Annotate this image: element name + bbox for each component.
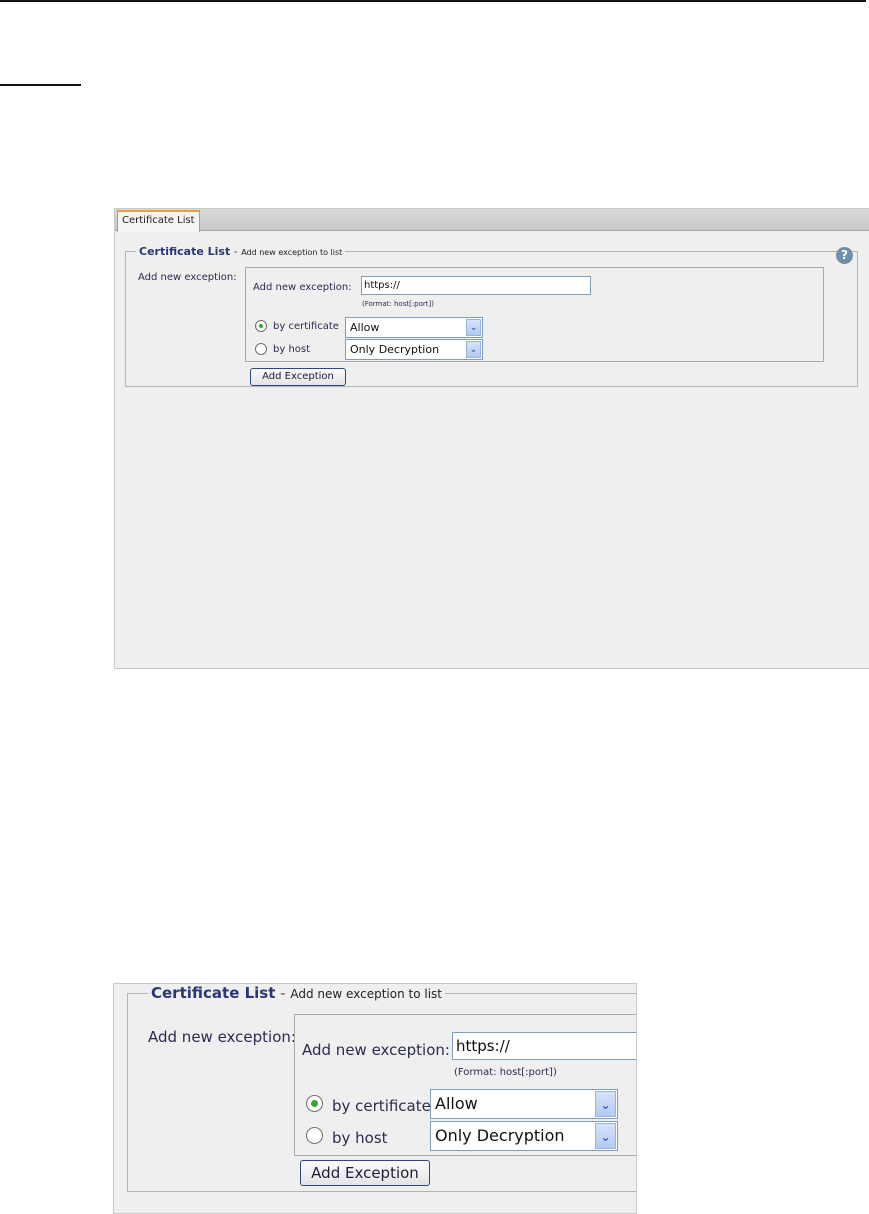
add-exception-button[interactable]: Add Exception bbox=[300, 1160, 430, 1186]
tab-certificate-list[interactable]: Certificate List bbox=[117, 210, 200, 232]
by-host-radio[interactable] bbox=[255, 343, 267, 355]
host-action-select[interactable]: Only Decryption ⌄ bbox=[345, 339, 483, 360]
section-legend-zoomed: Certificate List - Add new exception to … bbox=[148, 984, 445, 1002]
url-input[interactable]: https:// bbox=[452, 1032, 636, 1060]
by-host-label: by host bbox=[332, 1129, 388, 1147]
by-host-radio[interactable] bbox=[306, 1127, 323, 1144]
by-host-label: by host bbox=[273, 344, 311, 355]
host-action-value: Only Decryption bbox=[435, 1126, 565, 1145]
section-title: Certificate List bbox=[151, 984, 276, 1002]
section-title: Certificate List bbox=[139, 245, 231, 258]
tab-bar: Certificate List bbox=[115, 209, 869, 232]
format-hint: (Format: host[:port]) bbox=[362, 300, 434, 308]
chevron-down-icon: ⌄ bbox=[595, 1123, 616, 1149]
certificate-list-zoomed-panel: Certificate List - Add new exception to … bbox=[113, 983, 637, 1214]
section-legend: Certificate List - Add new exception to … bbox=[136, 245, 345, 258]
add-exception-row-label: Add new exception: bbox=[138, 272, 237, 283]
certificate-action-value: Allow bbox=[350, 321, 380, 334]
certificate-list-panel: Certificate List Certificate List - Add … bbox=[114, 208, 869, 669]
host-action-select[interactable]: Only Decryption ⌄ bbox=[430, 1121, 618, 1151]
help-icon[interactable]: ? bbox=[836, 247, 853, 264]
by-certificate-radio[interactable] bbox=[255, 320, 267, 332]
chevron-down-icon: ⌄ bbox=[466, 341, 481, 358]
by-certificate-label: by certificate bbox=[273, 321, 339, 332]
chevron-down-icon: ⌄ bbox=[595, 1091, 616, 1117]
short-rule bbox=[0, 84, 81, 86]
certificate-action-select[interactable]: Allow ⌄ bbox=[345, 317, 483, 338]
add-exception-button[interactable]: Add Exception bbox=[250, 368, 346, 386]
by-certificate-radio[interactable] bbox=[306, 1095, 323, 1112]
chevron-down-icon: ⌄ bbox=[466, 319, 481, 336]
add-exception-row-label: Add new exception: bbox=[148, 1028, 296, 1046]
host-action-value: Only Decryption bbox=[350, 343, 440, 356]
certificate-action-select[interactable]: Allow ⌄ bbox=[430, 1089, 618, 1119]
url-label: Add new exception: bbox=[253, 282, 352, 293]
url-label: Add new exception: bbox=[302, 1041, 450, 1059]
radio-selected-dot bbox=[259, 324, 263, 328]
section-subtitle: Add new exception to list bbox=[241, 248, 343, 257]
radio-selected-dot bbox=[311, 1100, 318, 1107]
url-input[interactable]: https:// bbox=[361, 276, 591, 295]
top-rule bbox=[0, 0, 866, 2]
section-subtitle: Add new exception to list bbox=[290, 987, 442, 1001]
format-hint: (Format: host[:port]) bbox=[454, 1067, 557, 1078]
by-certificate-label: by certificate bbox=[332, 1097, 431, 1115]
certificate-action-value: Allow bbox=[435, 1094, 478, 1113]
section-separator: - bbox=[233, 245, 238, 258]
section-separator: - bbox=[280, 984, 286, 1002]
